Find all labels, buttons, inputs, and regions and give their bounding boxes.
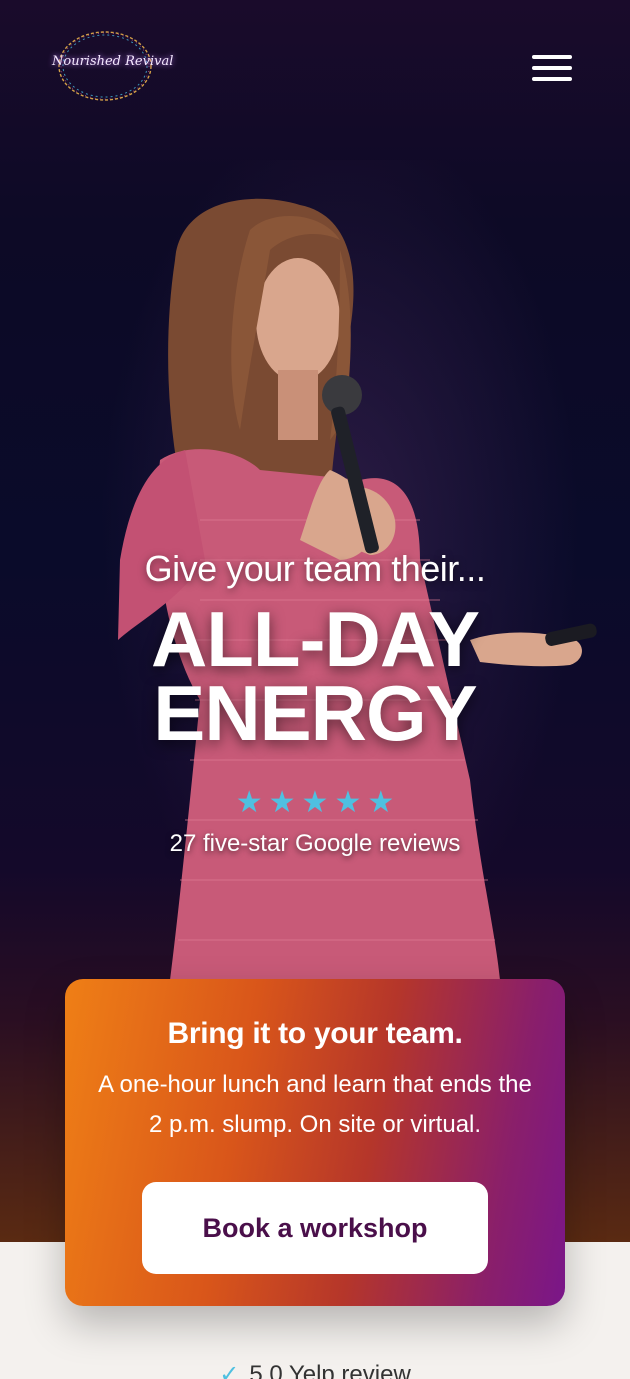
card-body: A one-hour lunch and learn that ends the…	[98, 1071, 532, 1138]
hero-title-line1: ALL-DAY	[150, 595, 480, 683]
hero-kicker: Give your team their...	[144, 548, 486, 589]
star-icon: ★	[334, 786, 362, 819]
check-icon: ✓	[219, 1361, 240, 1379]
card-title: Bring it to your team.	[167, 1017, 463, 1050]
star-icon: ★	[268, 786, 296, 819]
hero-headline: Give your team their... ALL-DAY ENERGY	[0, 548, 630, 757]
star-icon: ★	[367, 786, 395, 819]
hamburger-menu-icon[interactable]	[528, 50, 576, 86]
hero-title: ALL-DAY ENERGY	[0, 595, 630, 757]
google-reviews-text: 27 five-star Google reviews	[169, 830, 461, 857]
logo-wordmark: Nourished Revival	[52, 54, 174, 69]
star-icon: ★	[301, 786, 329, 819]
star-icon: ★	[235, 786, 263, 819]
book-workshop-button[interactable]: Book a workshop	[142, 1182, 488, 1274]
yelp-review-line: ✓ 5.0 Yelp review	[0, 1360, 630, 1379]
workshop-card: Bring it to your team. A one-hour lunch …	[65, 979, 565, 1306]
brand-logo[interactable]: Nourished Revival	[52, 28, 174, 106]
rating-stars: ★ ★ ★ ★ ★	[0, 786, 630, 820]
hero-title-line2: ENERGY	[153, 669, 477, 757]
yelp-review-text: 5.0 Yelp review	[249, 1361, 411, 1379]
